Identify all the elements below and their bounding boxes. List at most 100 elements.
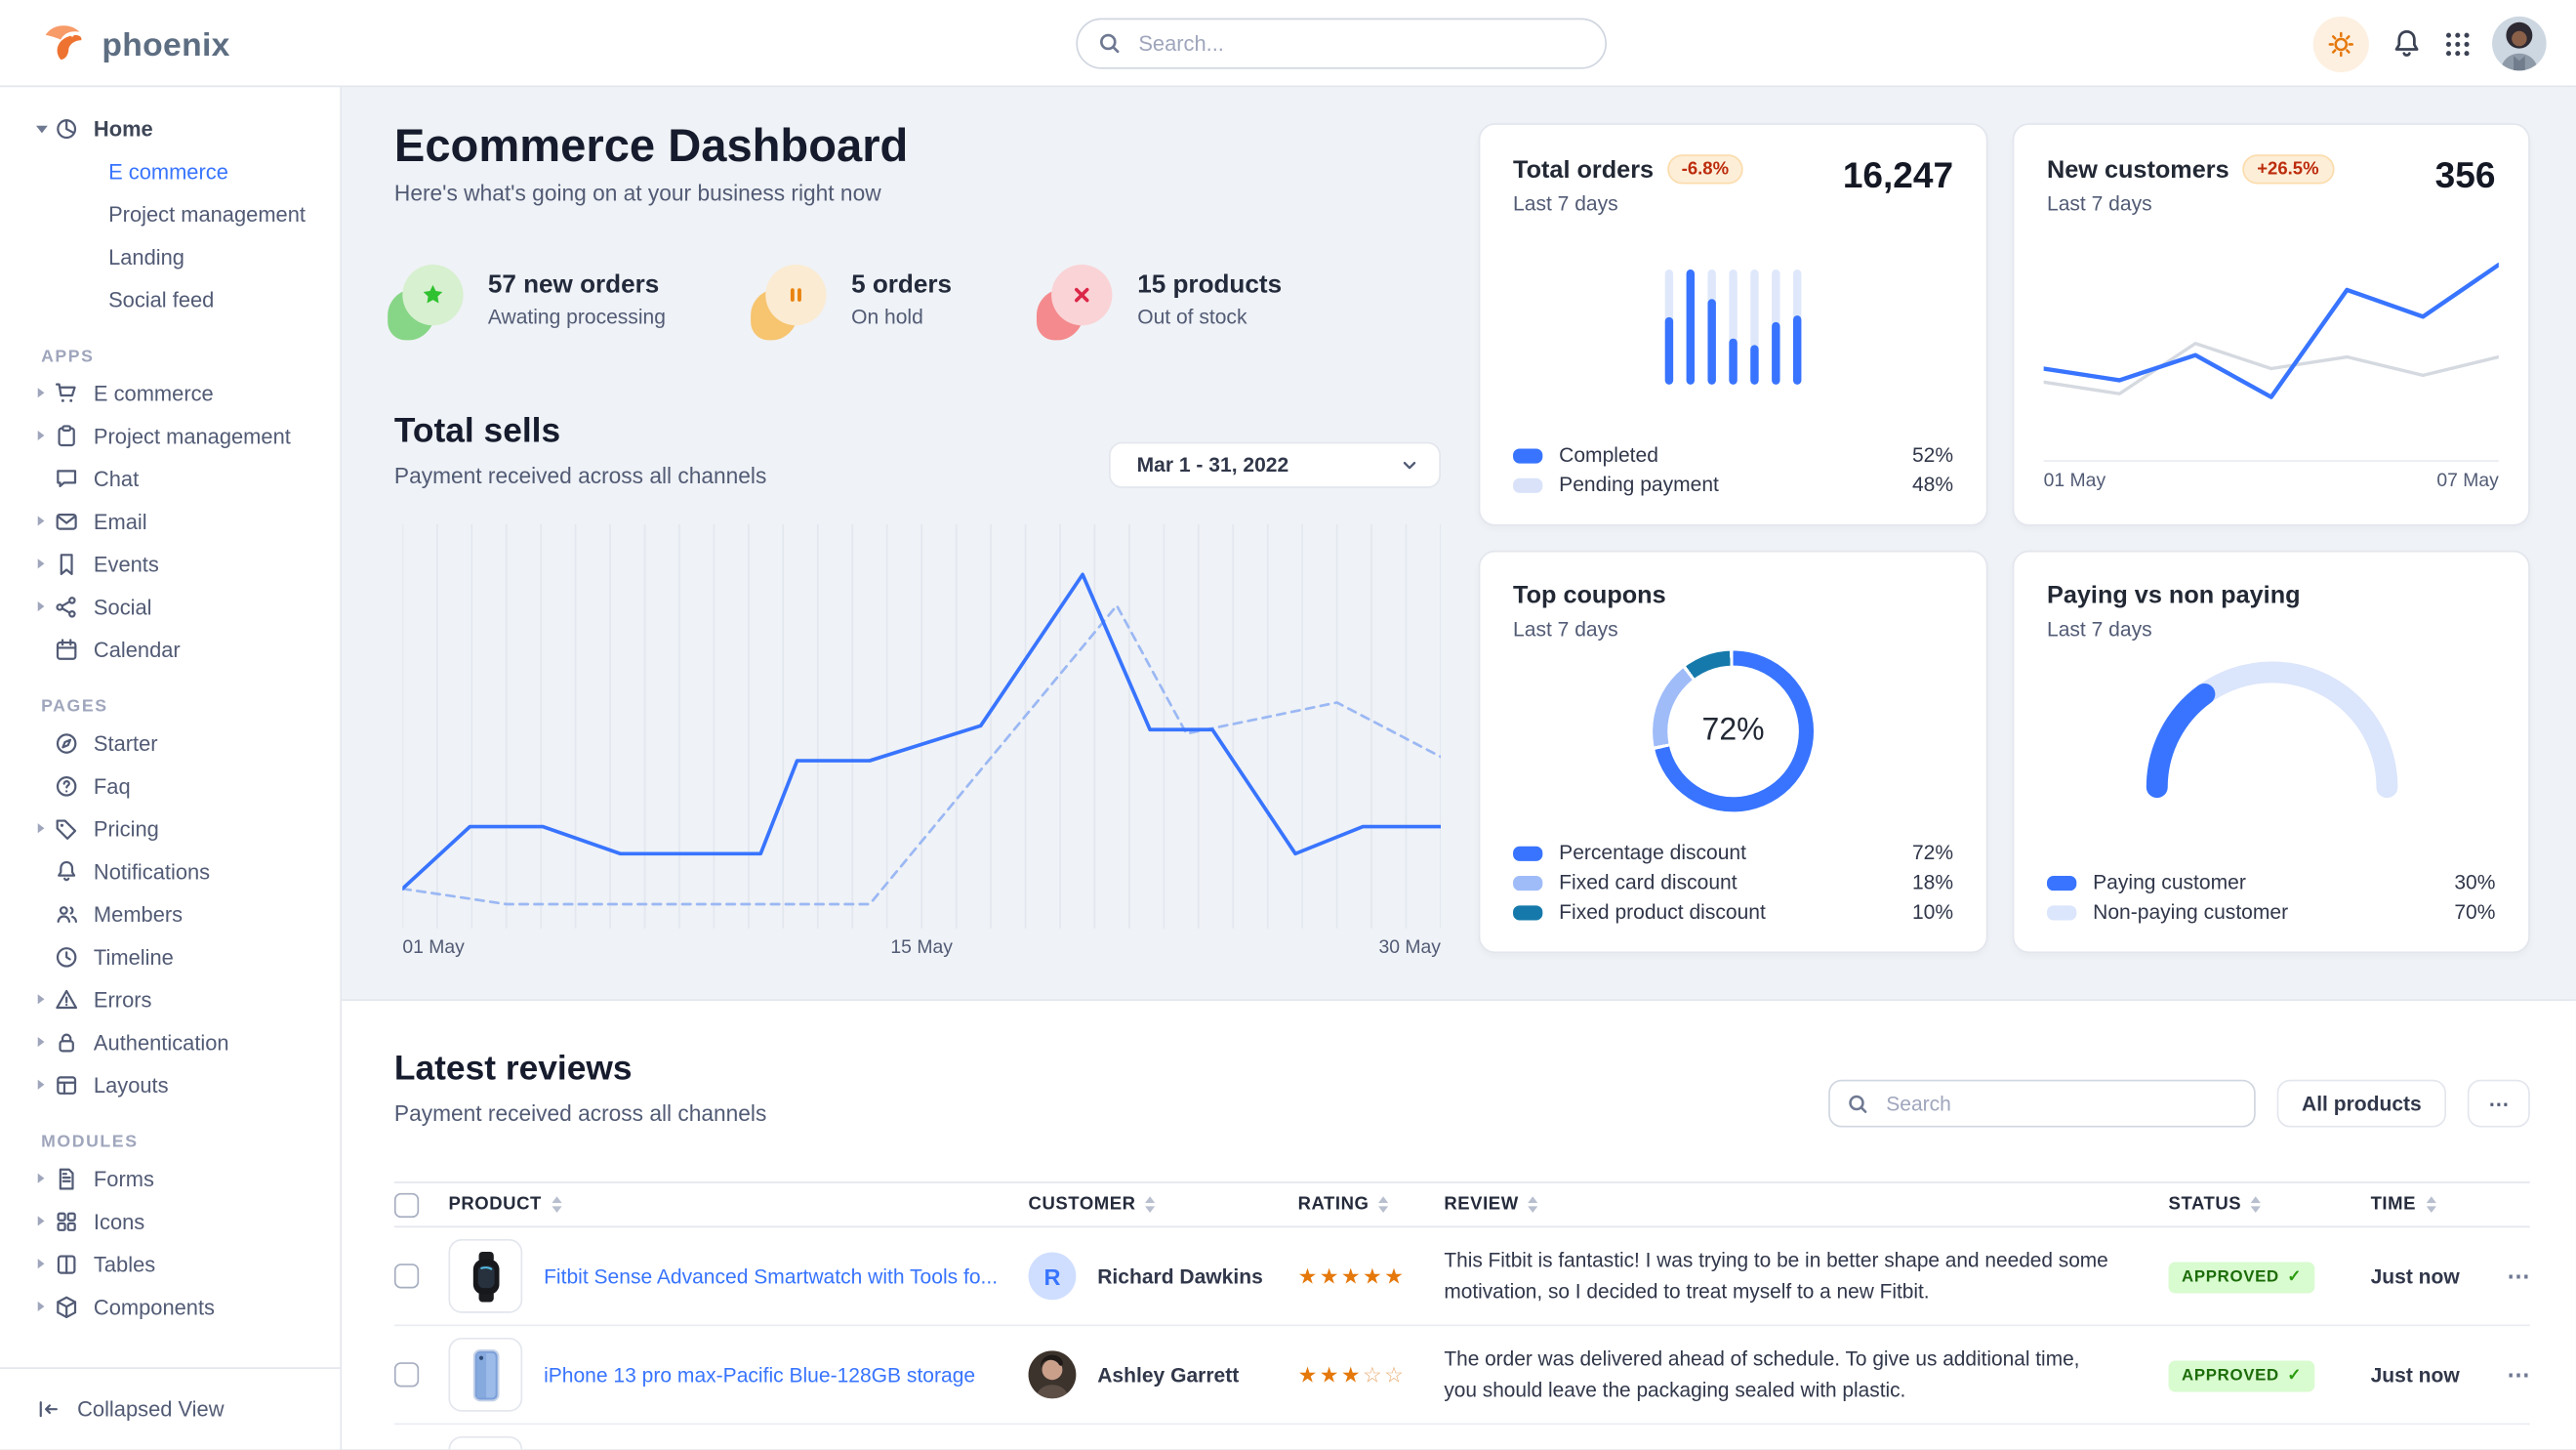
user-avatar[interactable] [2492, 17, 2547, 71]
star-rating: ★★★★★ [1298, 1263, 1407, 1287]
product-link[interactable]: iPhone 13 pro max-Pacific Blue-128GB sto… [544, 1363, 975, 1387]
sidebar-item-faq[interactable]: Faq [0, 765, 340, 808]
time-cell: Just now [2371, 1360, 2481, 1389]
sidebar-item-e-commerce[interactable]: E commerce [0, 371, 340, 414]
sidebar-item-members[interactable]: Members [0, 892, 340, 935]
stat-15-products: 15 productsOut of stock [1043, 265, 1282, 334]
date-range-select[interactable]: Mar 1 - 31, 2022 [1109, 442, 1441, 488]
row-checkbox[interactable] [394, 1362, 419, 1387]
header-checkbox-cell [394, 1192, 449, 1217]
column-header-time[interactable]: TIME [2371, 1195, 2481, 1215]
sidebar-item-authentication[interactable]: Authentication [0, 1020, 340, 1063]
stat-value: 57 new orders [488, 270, 666, 300]
caret-right-icon [34, 1078, 54, 1091]
card-title: Total orders [1513, 155, 1654, 184]
new-customers-x-axis: 01 May 07 May [2044, 460, 2499, 491]
sort-icon[interactable] [2426, 1196, 2435, 1213]
legend-swatch [1513, 875, 1542, 890]
sidebar-item-label: Notifications [94, 858, 210, 883]
all-products-button[interactable]: All products [2277, 1080, 2446, 1128]
sort-icon[interactable] [1379, 1196, 1389, 1213]
sort-icon[interactable] [1529, 1196, 1538, 1213]
users-icon [55, 901, 94, 926]
row-menu-button[interactable]: ⋯ [2480, 1263, 2529, 1291]
legend-swatch [1513, 448, 1542, 463]
star-stat-icon [394, 265, 464, 334]
x-stat-icon [1043, 265, 1113, 334]
sidebar-item-pricing[interactable]: Pricing [0, 807, 340, 849]
share-icon [55, 594, 94, 618]
sidebar-item-events[interactable]: Events [0, 542, 340, 585]
sidebar-item-calendar[interactable]: Calendar [0, 628, 340, 671]
sort-icon[interactable] [2251, 1196, 2261, 1213]
sidebar-item-label: E commerce [94, 381, 214, 405]
column-header-product[interactable]: PRODUCT [448, 1195, 1028, 1215]
stat-5-orders: 5 ordersOn hold [757, 265, 952, 334]
sidebar-item-timeline[interactable]: Timeline [0, 935, 340, 978]
legend-value: 48% [1912, 474, 1953, 497]
sidebar-item-starter[interactable]: Starter [0, 722, 340, 765]
change-badge: +26.5% [2242, 154, 2334, 184]
order-bar [1707, 269, 1715, 385]
status-badge: APPROVED✓ [2169, 1262, 2315, 1293]
apps-menu-button[interactable] [2444, 30, 2471, 57]
more-options-button[interactable]: ⋯ [2468, 1080, 2530, 1128]
total-sells-x-axis: 01 May 15 May 30 May [402, 938, 1441, 958]
collapse-sidebar-button[interactable]: Collapsed View [0, 1367, 340, 1449]
bell-icon [2391, 27, 2424, 61]
status-label: APPROVED [2182, 1366, 2279, 1385]
global-search[interactable] [1076, 19, 1607, 69]
select-all-checkbox[interactable] [394, 1192, 419, 1217]
column-header-label: RATING [1298, 1195, 1370, 1215]
sidebar-item-label: Email [94, 509, 147, 533]
top-coupons-card: Top coupons Last 7 days 72% Percentage d… [1479, 551, 1988, 953]
sidebar-section-apps: APPS [0, 342, 340, 371]
top-header: phoenix [0, 0, 2576, 87]
sidebar-item-e-commerce[interactable]: E commerce [0, 149, 340, 192]
column-header-status[interactable]: STATUS [2169, 1195, 2371, 1215]
sidebar-item-landing[interactable]: Landing [0, 235, 340, 278]
logo[interactable]: phoenix [39, 19, 229, 76]
caret-right-icon [34, 515, 54, 527]
legend-row-fixed-product-discount: Fixed product discount10% [1513, 897, 1953, 927]
reviews-search[interactable] [1828, 1080, 2256, 1128]
stat-value: 15 products [1137, 270, 1282, 300]
theme-toggle-button[interactable] [2313, 16, 2369, 71]
collapse-label: Collapsed View [77, 1397, 224, 1422]
column-header-customer[interactable]: CUSTOMER [1029, 1195, 1298, 1215]
tag-icon [55, 816, 94, 841]
sidebar-item-icons[interactable]: Icons [0, 1200, 340, 1243]
stat-text: 57 new ordersAwating processing [488, 270, 666, 328]
customer-avatar: R [1029, 1252, 1077, 1300]
caret-right-icon [34, 1172, 54, 1184]
sidebar-item-project-management[interactable]: Project management [0, 414, 340, 457]
row-checkbox[interactable] [394, 1264, 419, 1288]
bell-icon [55, 858, 94, 883]
sidebar-item-label: Icons [94, 1209, 144, 1233]
sidebar-item-layouts[interactable]: Layouts [0, 1063, 340, 1106]
layout-icon [55, 1072, 94, 1097]
product-cell: iPhone 13 pro max-Pacific Blue-128GB sto… [448, 1338, 1028, 1412]
sidebar-item-social[interactable]: Social [0, 585, 340, 628]
sidebar-item-notifications[interactable]: Notifications [0, 849, 340, 892]
sidebar-item-email[interactable]: Email [0, 500, 340, 543]
reviews-search-input[interactable] [1883, 1091, 2238, 1117]
sidebar-item-chat[interactable]: Chat [0, 457, 340, 500]
column-header-review[interactable]: REVIEW [1444, 1195, 2168, 1215]
sidebar-item-project-management[interactable]: Project management [0, 192, 340, 235]
row-menu-button[interactable]: ⋯ [2480, 1361, 2529, 1389]
row-checkbox-cell [394, 1264, 449, 1288]
sidebar-item-home[interactable]: Home [0, 106, 340, 149]
sidebar-item-tables[interactable]: Tables [0, 1242, 340, 1285]
sort-icon[interactable] [552, 1196, 561, 1213]
sidebar-item-errors[interactable]: Errors [0, 977, 340, 1020]
product-link[interactable]: Fitbit Sense Advanced Smartwatch with To… [544, 1264, 998, 1288]
notifications-button[interactable] [2391, 27, 2424, 61]
global-search-input[interactable] [1135, 29, 1585, 58]
sort-icon[interactable] [1146, 1196, 1156, 1213]
sidebar-item-components[interactable]: Components [0, 1285, 340, 1328]
column-header-rating[interactable]: RATING [1298, 1195, 1445, 1215]
sidebar-item-forms[interactable]: Forms [0, 1157, 340, 1200]
sidebar-item-social-feed[interactable]: Social feed [0, 277, 340, 320]
filled-stars: ★★★ [1298, 1361, 1363, 1386]
